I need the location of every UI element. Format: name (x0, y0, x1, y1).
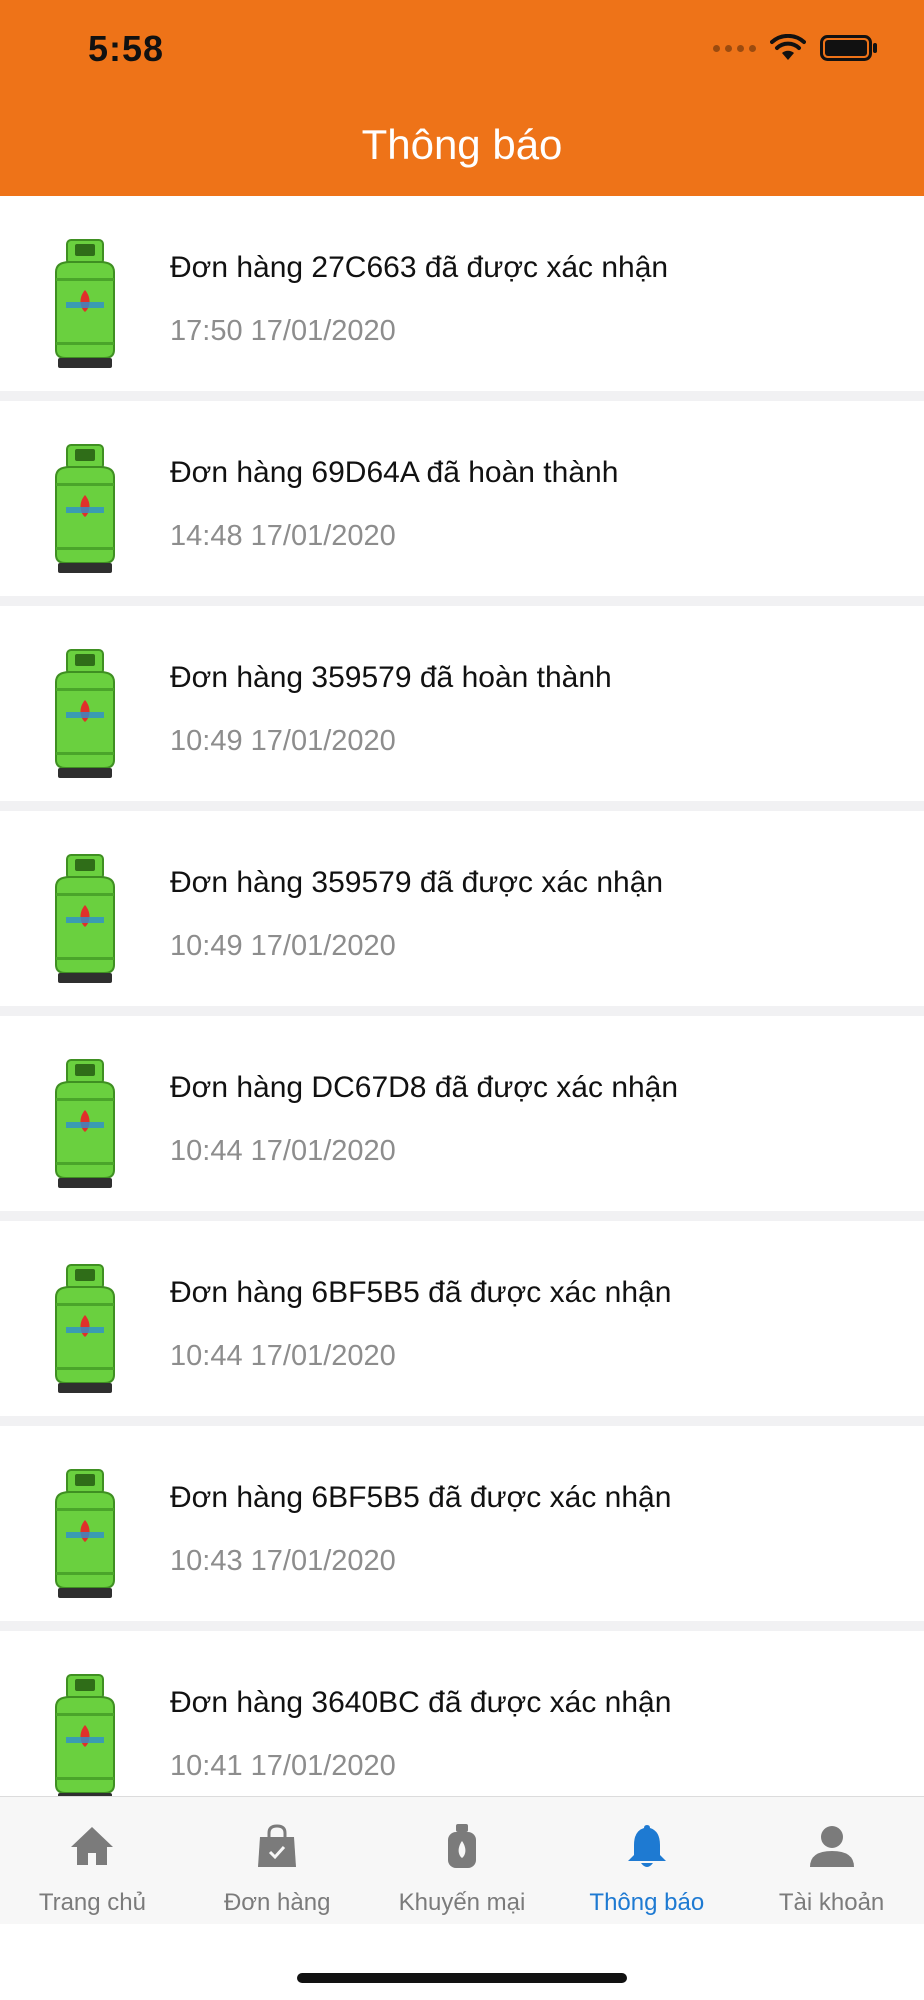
home-indicator-area (0, 1924, 924, 2000)
notification-title: Đơn hàng 359579 đã hoàn thành (170, 661, 612, 694)
gas-cylinder-icon (46, 1058, 124, 1190)
notification-item[interactable]: Đơn hàng DC67D8 đã được xác nhận 10:44 17… (0, 1016, 924, 1211)
tab-gas-promo[interactable]: Khuyến mại (370, 1797, 555, 1925)
tab-label: Thông báo (589, 1889, 705, 1916)
gas-cylinder-icon (46, 853, 124, 985)
notification-title: Đơn hàng 359579 đã được xác nhận (170, 866, 664, 899)
tab-shopping-bag[interactable]: Đơn hàng (185, 1797, 370, 1925)
notification-time: 10:44 17/01/2020 (170, 1340, 396, 1372)
status-time: 5:58 (88, 28, 165, 69)
status-indicators (713, 34, 878, 62)
gas-promo-icon (437, 1821, 487, 1871)
bottom-tab-bar: Trang chủ Đơn hàng Khuyến mại Thông báo Tài … (0, 1796, 924, 1924)
tab-label: Tài khoản (778, 1889, 885, 1916)
tab-label: Đơn hàng (223, 1889, 331, 1916)
gas-cylinder-icon (46, 648, 124, 780)
gas-cylinder-icon (46, 1673, 124, 1796)
notification-title: Đơn hàng 69D64A đã hoàn thành (170, 456, 619, 489)
user-icon (807, 1821, 857, 1871)
tab-home[interactable]: Trang chủ (0, 1797, 185, 1925)
notification-time: 10:49 17/01/2020 (170, 725, 396, 757)
notification-title: Đơn hàng 3640BC đã được xác nhận (170, 1686, 672, 1719)
notification-title: Đơn hàng 6BF5B5 đã được xác nhận (170, 1481, 672, 1514)
battery-icon (820, 35, 877, 61)
gas-cylinder-icon (46, 238, 124, 370)
tab-user[interactable]: Tài khoản (739, 1797, 924, 1925)
home-icon (67, 1821, 117, 1871)
tab-bell[interactable]: Thông báo (554, 1797, 739, 1925)
notification-time: 10:41 17/01/2020 (170, 1750, 396, 1782)
notification-item[interactable]: Đơn hàng 27C663 đã được xác nhận 17:50 17… (0, 196, 924, 391)
notification-time: 10:43 17/01/2020 (170, 1545, 396, 1577)
gas-cylinder-icon (46, 1263, 124, 1395)
notification-list[interactable]: Đơn hàng 27C663 đã được xác nhận 17:50 17… (0, 196, 924, 1796)
app-screen: 5:58 Thông báo Đơn hàng 27C663 đã được x… (0, 0, 924, 2000)
cellular-signal-icon (713, 44, 756, 52)
shopping-bag-icon (252, 1821, 302, 1871)
notification-item[interactable]: Đơn hàng 3640BC đã được xác nhận 10:41 17… (0, 1631, 924, 1796)
notification-item[interactable]: Đơn hàng 69D64A đã hoàn thành 14:48 17/01… (0, 401, 924, 596)
header-bar: 5:58 Thông báo (0, 0, 924, 196)
notification-title: Đơn hàng 6BF5B5 đã được xác nhận (170, 1276, 672, 1309)
tab-label: Khuyến mại (398, 1889, 526, 1916)
notification-time: 17:50 17/01/2020 (170, 315, 396, 347)
tab-label: Trang chủ (38, 1889, 146, 1916)
notification-item[interactable]: Đơn hàng 6BF5B5 đã được xác nhận 10:44 17… (0, 1221, 924, 1416)
notification-time: 10:49 17/01/2020 (170, 930, 396, 962)
notification-item[interactable]: Đơn hàng 359579 đã được xác nhận 10:49 17… (0, 811, 924, 1006)
notification-time: 14:48 17/01/2020 (170, 520, 396, 552)
gas-cylinder-icon (46, 443, 124, 575)
notification-title: Đơn hàng DC67D8 đã được xác nhận (170, 1071, 679, 1104)
notification-item[interactable]: Đơn hàng 359579 đã hoàn thành 10:49 17/01… (0, 606, 924, 801)
bell-icon (622, 1821, 672, 1871)
notification-title: Đơn hàng 27C663 đã được xác nhận (170, 251, 669, 284)
gas-cylinder-icon (46, 1468, 124, 1600)
home-indicator (297, 1973, 627, 1983)
notification-time: 10:44 17/01/2020 (170, 1135, 396, 1167)
page-title: Thông báo (361, 121, 563, 168)
notification-item[interactable]: Đơn hàng 6BF5B5 đã được xác nhận 10:43 17… (0, 1426, 924, 1621)
wifi-icon (770, 34, 806, 60)
